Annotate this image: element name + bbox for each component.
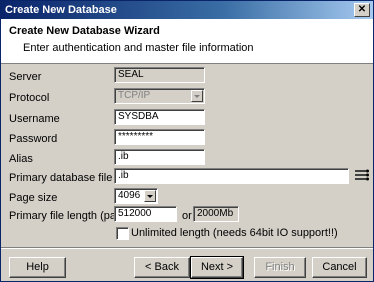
unlimited-length-label[interactable]: Unlimited length (needs 64bit IO support… — [131, 227, 338, 239]
close-icon: ✕ — [357, 4, 367, 15]
title-bar: Create New Database ✕ — [1, 1, 373, 19]
next-button[interactable]: Next > — [190, 256, 244, 279]
alias-label: Alias — [9, 153, 33, 165]
username-field[interactable]: SYSDBA — [114, 109, 205, 125]
or-label: or — [182, 210, 192, 222]
wizard-subtitle: Enter authentication and master file inf… — [23, 42, 254, 54]
wizard-title: Create New Database Wizard — [9, 25, 160, 37]
server-field: SEAL — [114, 67, 205, 83]
unlimited-length-checkbox[interactable] — [116, 227, 129, 240]
create-database-dialog: Create New Database ✕ Create New Databas… — [0, 0, 374, 282]
protocol-value: TCP/IP — [118, 90, 151, 101]
window-title: Create New Database — [5, 4, 117, 16]
primary-file-field[interactable]: .ib — [114, 168, 349, 184]
file-length-mb-field: 2000Mb — [193, 206, 239, 222]
password-label: Password — [9, 133, 58, 145]
chevron-down-icon[interactable] — [144, 190, 156, 202]
username-label: Username — [9, 113, 60, 125]
chevron-down-icon — [191, 90, 203, 102]
wizard-header: Create New Database Wizard Enter authent… — [1, 19, 373, 64]
protocol-label: Protocol — [9, 92, 50, 104]
back-button[interactable]: < Back — [134, 257, 190, 278]
file-length-field[interactable]: 512000 — [114, 206, 177, 222]
browse-folder-icon[interactable] — [354, 168, 370, 182]
separator — [1, 247, 373, 249]
page-size-select[interactable]: 4096 — [114, 188, 158, 204]
help-button[interactable]: Help — [9, 257, 66, 278]
password-field[interactable]: ********* — [114, 129, 205, 145]
cancel-button[interactable]: Cancel — [312, 257, 367, 278]
close-button[interactable]: ✕ — [354, 3, 370, 17]
alias-field[interactable]: .ib — [114, 149, 205, 165]
page-size-value: 4096 — [118, 190, 141, 201]
page-size-label: Page size — [9, 192, 58, 204]
primary-file-label: Primary database file — [9, 172, 113, 184]
protocol-select: TCP/IP — [114, 88, 205, 104]
server-label: Server — [9, 71, 42, 83]
finish-button[interactable]: Finish — [254, 257, 306, 278]
